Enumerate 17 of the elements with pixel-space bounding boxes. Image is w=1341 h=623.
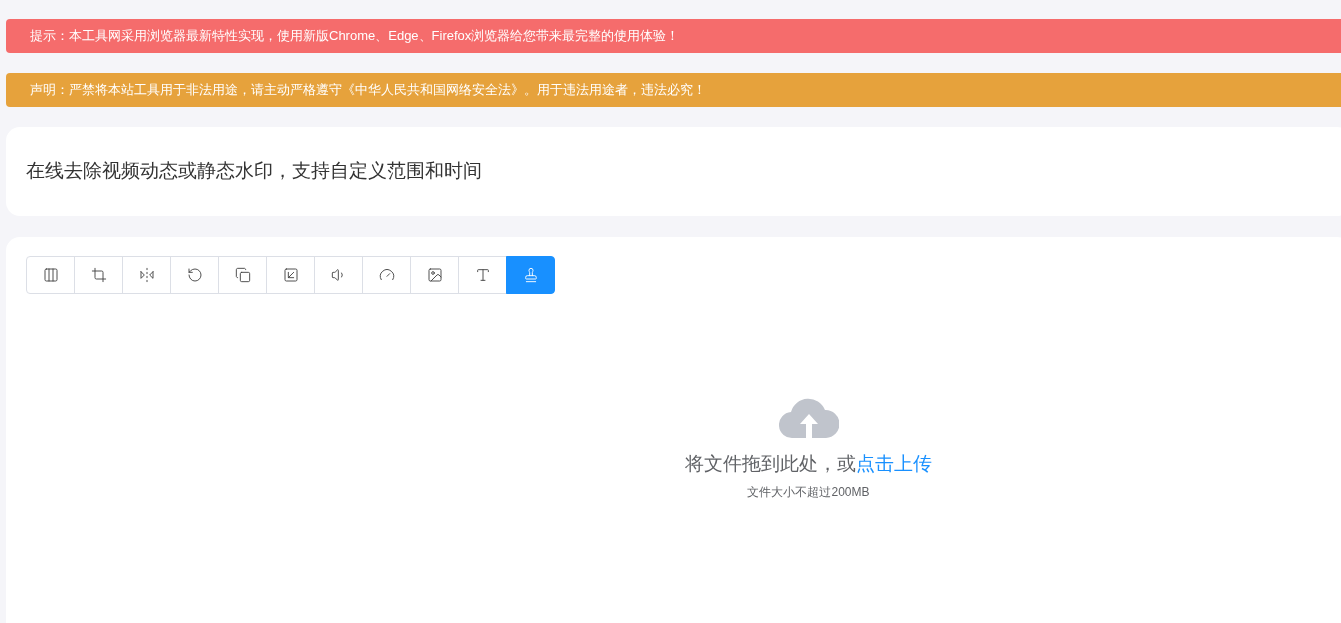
notice-banner: 提示：本工具网采用浏览器最新特性实现，使用新版Chrome、Edge、Firefox浏览器给您带来最完整的使用体验！ [6,19,1341,53]
gauge-icon [378,267,395,283]
size-limit-note: 文件大小不超过200MB [747,483,870,501]
crop-icon [90,267,107,283]
columns-icon [42,267,59,283]
rotate-icon [186,267,203,283]
flip-icon [138,267,155,283]
stamp-icon [522,267,539,283]
arrow-in-square-icon [282,267,299,283]
notice-banner: 声明：严禁将本站工具用于非法用途，请主动严格遵守《中华人民共和国网络安全法》。用于违法用途者，违法必究！ [6,73,1341,107]
stacked-squares-icon [234,267,251,283]
description-card: 在线去除视频动态或静态水印，支持自定义范围和时间 [6,127,1341,216]
text-icon [474,267,491,283]
image-icon [426,267,443,283]
tool-button[interactable] [506,256,555,294]
upload-prompt: 将文件拖到此处，或点击上传 [685,452,932,476]
upload-link[interactable]: 点击上传 [856,453,932,474]
